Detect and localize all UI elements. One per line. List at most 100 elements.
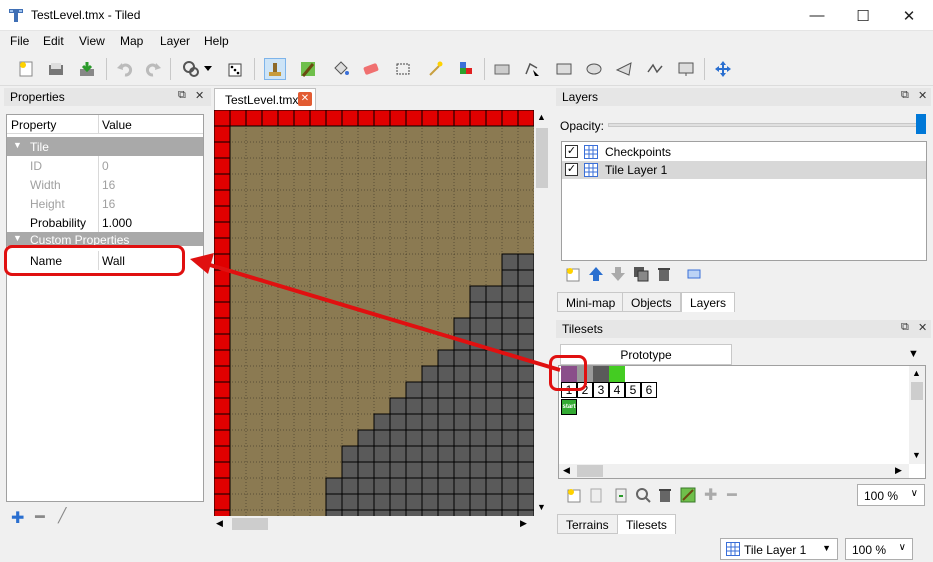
import-tileset-icon[interactable] [588, 487, 604, 503]
layer-visibility-checkbox[interactable]: ✓ [565, 163, 578, 176]
scroll-thumb[interactable] [577, 465, 603, 477]
move-icon[interactable] [712, 58, 734, 80]
tab-objects[interactable]: Objects [622, 292, 681, 312]
tileset-horizontal-scrollbar[interactable]: ◀ ▶ [559, 464, 909, 478]
random-mode-icon[interactable] [224, 58, 246, 80]
menu-edit[interactable]: Edit [43, 34, 64, 48]
close-icon[interactable]: ✕ [918, 89, 927, 102]
scroll-thumb[interactable] [911, 382, 923, 400]
chevron-down-icon[interactable]: ▼ [537, 502, 546, 512]
add-icon[interactable]: ✚ [704, 485, 717, 505]
tab-tilesets[interactable]: Tilesets [617, 514, 676, 534]
chevron-right-icon[interactable]: ▶ [895, 465, 902, 476]
insert-polyline-icon[interactable] [644, 58, 666, 80]
layer-visibility-checkbox[interactable]: ✓ [565, 145, 578, 158]
map-canvas[interactable] [214, 110, 534, 516]
insert-ellipse-icon[interactable] [583, 58, 605, 80]
delete-layer-icon[interactable] [656, 266, 672, 282]
property-row[interactable]: Width 16 [7, 175, 203, 194]
insert-tile-icon[interactable] [675, 58, 697, 80]
undo-icon[interactable] [114, 58, 136, 80]
new-tileset-icon[interactable] [566, 487, 582, 503]
stamp-brush-icon[interactable] [264, 58, 286, 80]
scroll-thumb[interactable] [232, 518, 268, 530]
layer-row-tile-layer-1[interactable]: ✓ Tile Layer 1 [562, 161, 926, 179]
tileset-menu-chevron-icon[interactable]: ▼ [908, 348, 919, 360]
remove-tileset-icon[interactable] [657, 487, 673, 503]
chevron-down-icon[interactable]: ▼ [912, 450, 921, 460]
close-button[interactable]: ✕ [886, 0, 932, 31]
current-layer-select[interactable]: Tile Layer 1 ▼ [720, 538, 838, 560]
float-icon[interactable]: ⧉ [178, 89, 186, 102]
tab-layers[interactable]: Layers [681, 292, 736, 312]
edit-polygons-icon[interactable] [521, 58, 543, 80]
collapse-icon[interactable]: ▼ [13, 140, 22, 150]
tileset-properties-icon[interactable] [635, 487, 651, 503]
menu-help[interactable]: Help [204, 34, 229, 48]
magic-wand-icon[interactable] [424, 58, 446, 80]
commands-icon[interactable] [180, 58, 202, 80]
tile-dark[interactable] [593, 366, 609, 382]
layer-properties-icon[interactable] [686, 266, 702, 282]
insert-polygon-icon[interactable] [613, 58, 635, 80]
select-same-tile-icon[interactable] [454, 58, 476, 80]
tile-green[interactable] [609, 366, 625, 382]
tile-number[interactable]: 4 [609, 382, 625, 398]
new-file-icon[interactable] [15, 58, 37, 80]
chevron-left-icon[interactable]: ◀ [563, 465, 570, 476]
redo-icon[interactable] [142, 58, 164, 80]
group-custom-properties[interactable]: ▼ Custom Properties [7, 232, 203, 246]
menu-map[interactable]: Map [120, 34, 143, 48]
opacity-slider[interactable] [608, 123, 920, 127]
tile-number[interactable]: 3 [593, 382, 609, 398]
close-icon[interactable]: ✕ [918, 321, 927, 334]
tab-testlevel[interactable]: TestLevel.tmx ✕ [214, 88, 316, 110]
terrain-brush-icon[interactable] [297, 58, 319, 80]
chevron-left-icon[interactable]: ◀ [216, 518, 223, 529]
menu-layer[interactable]: Layer [160, 34, 190, 48]
rect-select-icon[interactable] [392, 58, 414, 80]
edit-terrain-icon[interactable] [680, 487, 696, 503]
map-horizontal-scrollbar[interactable]: ◀ ▶ [214, 516, 534, 532]
tile-start[interactable]: start [561, 399, 577, 415]
lower-layer-icon[interactable] [610, 266, 626, 282]
duplicate-layer-icon[interactable] [633, 266, 649, 282]
raise-layer-icon[interactable] [588, 266, 604, 282]
tile-number[interactable]: 5 [625, 382, 641, 398]
tile-map[interactable] [214, 110, 534, 516]
remove-property-icon[interactable]: ━ [35, 507, 45, 527]
tab-minimap[interactable]: Mini-map [557, 292, 625, 312]
float-icon[interactable]: ⧉ [901, 321, 909, 334]
new-layer-icon[interactable] [565, 266, 581, 282]
close-icon[interactable]: ✕ [195, 89, 204, 102]
tileset-vertical-scrollbar[interactable]: ▲ ▼ [909, 366, 925, 464]
chevron-right-icon[interactable]: ▶ [520, 518, 527, 529]
maximize-button[interactable]: ☐ [840, 0, 886, 31]
menu-view[interactable]: View [79, 34, 105, 48]
remove-icon[interactable]: ━ [727, 485, 737, 505]
map-zoom-select[interactable]: 100 % ∨ [845, 538, 913, 560]
menu-file[interactable]: File [10, 34, 29, 48]
export-tileset-icon[interactable] [613, 487, 629, 503]
open-file-icon[interactable] [45, 58, 67, 80]
save-file-icon[interactable] [76, 58, 98, 80]
rename-property-icon[interactable]: ╱ [58, 507, 66, 524]
group-tile[interactable]: ▼ Tile [7, 137, 203, 156]
tab-terrains[interactable]: Terrains [557, 514, 618, 534]
close-tab-icon[interactable]: ✕ [298, 92, 312, 106]
bucket-fill-icon[interactable] [330, 58, 352, 80]
select-objects-icon[interactable] [491, 58, 513, 80]
property-row[interactable]: Probability 1.000 [7, 213, 203, 232]
add-property-icon[interactable]: ✚ [11, 508, 24, 528]
tile-number[interactable]: 6 [641, 382, 657, 398]
layer-row-checkpoints[interactable]: ✓ Checkpoints [562, 143, 926, 161]
minimize-button[interactable]: — [794, 0, 840, 31]
eraser-icon[interactable] [360, 58, 382, 80]
float-icon[interactable]: ⧉ [901, 89, 909, 102]
tileset-view[interactable]: 1 2 3 4 5 6 start ▲ ▼ ◀ ▶ [558, 365, 926, 479]
chevron-up-icon[interactable]: ▲ [912, 368, 921, 378]
tileset-zoom-select[interactable]: 100 % ∨ [857, 484, 925, 506]
chevron-up-icon[interactable]: ▲ [537, 112, 546, 122]
property-row[interactable]: Height 16 [7, 194, 203, 213]
chevron-down-icon[interactable] [202, 58, 214, 80]
